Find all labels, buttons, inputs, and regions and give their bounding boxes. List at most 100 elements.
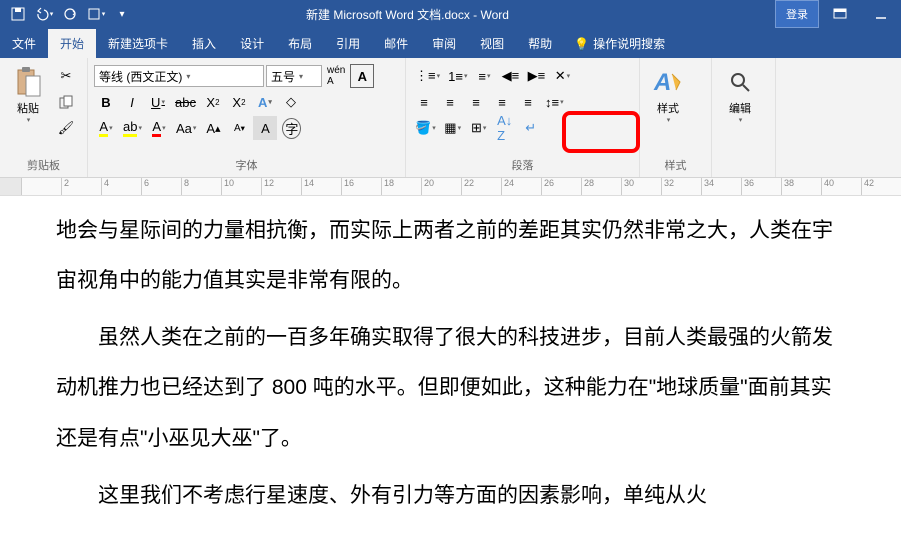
eraser-icon: ◇ (286, 94, 296, 110)
underline-button[interactable]: U▾ (146, 90, 170, 114)
find-icon (724, 66, 756, 98)
numbering-button[interactable]: 1≡▾ (445, 64, 470, 88)
multilevel-list-button[interactable]: ≡▾ (472, 64, 496, 88)
ruler-tick: 6 (141, 178, 181, 195)
font-size-combo[interactable]: 五号▾ (266, 65, 322, 87)
ruler-tick: 34 (701, 178, 741, 195)
shading-button[interactable]: 🪣▾ (412, 116, 439, 140)
chevron-down-icon: ▾ (186, 72, 190, 81)
tab-view[interactable]: 视图 (468, 29, 516, 58)
shrink-font-button[interactable]: A▾ (227, 116, 251, 140)
tab-mailings[interactable]: 邮件 (372, 29, 420, 58)
align-right-button[interactable]: ≡ (464, 90, 488, 114)
clear-formatting-button[interactable]: ◇ (279, 90, 303, 114)
text-effects-button[interactable]: A▾ (253, 90, 277, 114)
line-spacing-button[interactable]: ↕≡▾ (542, 90, 567, 114)
tab-review[interactable]: 审阅 (420, 29, 468, 58)
ruler-tick: 40 (821, 178, 861, 195)
decrease-indent-button[interactable]: ◀≡ (498, 64, 522, 88)
borders-button[interactable]: ▦▾ (441, 116, 465, 140)
bullets-button[interactable]: ⋮≡▾ (412, 64, 443, 88)
cut-button[interactable]: ✂ (54, 64, 78, 88)
ruler-tick: 4 (101, 178, 141, 195)
tab-layout[interactable]: 布局 (276, 29, 324, 58)
strikethrough-button[interactable]: abc (172, 90, 199, 114)
align-left-button[interactable]: ≡ (412, 90, 436, 114)
ruler-tick: 12 (261, 178, 301, 195)
document-body[interactable]: 地会与星际间的力量相抗衡，而实际上两者之前的差距其实仍然非常之大，人类在宇宙视角… (0, 196, 901, 521)
sort-icon: A↓Z (497, 113, 512, 143)
increase-indent-button[interactable]: ▶≡ (524, 64, 548, 88)
justify-button[interactable]: ≡ (490, 90, 514, 114)
paste-icon (12, 66, 44, 98)
highlight-color-button[interactable]: ab▾ (120, 116, 145, 140)
borders-icon: ▦ (444, 120, 456, 136)
paint-bucket-icon: 🪣 (415, 120, 431, 136)
paste-button[interactable]: 粘贴 ▾ (4, 62, 52, 128)
font-size-value: 五号 (271, 68, 295, 85)
brush-icon: 🖌 (58, 120, 75, 136)
ribbon-display-icon[interactable] (819, 0, 861, 28)
qat-customize-icon[interactable]: ▾ (84, 2, 108, 26)
qat-more-icon[interactable]: ▾ (110, 2, 134, 26)
ruler-tick: 16 (341, 178, 381, 195)
character-shading-button[interactable]: A (253, 116, 277, 140)
highlighter-icon: ab (123, 119, 137, 137)
paste-label: 粘贴 (17, 100, 39, 116)
text-highlight-button[interactable]: A▾ (94, 116, 118, 140)
tab-file[interactable]: 文件 (0, 29, 48, 58)
svg-text:A: A (653, 69, 671, 96)
tab-help[interactable]: 帮助 (516, 29, 564, 58)
font-name-combo[interactable]: 等线 (西文正文) ▾ (94, 65, 264, 87)
styles-label: 样式 (657, 100, 679, 116)
grow-font-button[interactable]: A▴ (201, 116, 225, 140)
redo-icon[interactable] (58, 2, 82, 26)
bold-button[interactable]: B (94, 90, 118, 114)
styles-group-label: 样式 (640, 155, 711, 177)
tab-design[interactable]: 设计 (228, 29, 276, 58)
tab-newtab[interactable]: 新建选项卡 (96, 29, 180, 58)
editing-button[interactable]: 编辑 ▾ (716, 62, 764, 128)
save-icon[interactable] (6, 2, 30, 26)
italic-button[interactable]: I (120, 90, 144, 114)
minimize-icon[interactable] (861, 0, 901, 28)
format-painter-button[interactable]: 🖌 (54, 116, 78, 140)
grid-icon: ⊞ (471, 120, 482, 136)
copy-button[interactable] (54, 90, 78, 114)
paragraph-group-label: 段落 (406, 155, 639, 177)
asian-layout-button[interactable]: ✕▾ (550, 64, 574, 88)
horizontal-ruler[interactable]: 24681012141618202224262830323436384042 (0, 178, 901, 196)
show-hide-marks-button[interactable]: ↵ (519, 116, 543, 140)
enclose-characters-button[interactable]: 字 (279, 116, 304, 140)
ruler-tick: 24 (501, 178, 541, 195)
pilcrow-icon: ↵ (525, 120, 536, 136)
font-color-button[interactable]: A▾ (147, 116, 171, 140)
asian-icon: ✕ (555, 68, 566, 84)
font-name-value: 等线 (西文正文) (99, 68, 182, 85)
cut-icon: ✂ (61, 68, 72, 84)
styles-button[interactable]: A 样式 ▾ (644, 62, 692, 128)
tab-home[interactable]: 开始 (48, 29, 96, 58)
align-center-icon: ≡ (446, 95, 454, 110)
sort-button[interactable]: A↓Z (493, 116, 517, 140)
superscript-button[interactable]: X2 (227, 90, 251, 114)
subscript-button[interactable]: X2 (201, 90, 225, 114)
clipboard-group-label: 剪贴板 (0, 155, 87, 177)
justify-icon: ≡ (498, 95, 506, 110)
align-center-button[interactable]: ≡ (438, 90, 462, 114)
character-border-button[interactable]: A (350, 64, 374, 88)
login-button[interactable]: 登录 (775, 0, 819, 28)
styles-icon: A (652, 66, 684, 98)
undo-icon[interactable]: ▾ (32, 2, 56, 26)
tell-me-label: 操作说明搜索 (593, 35, 665, 52)
change-case-button[interactable]: Aa▾ (173, 116, 199, 140)
tab-references[interactable]: 引用 (324, 29, 372, 58)
ruler-tick: 20 (421, 178, 461, 195)
bullets-icon: ⋮≡ (415, 68, 436, 84)
distributed-button[interactable]: ≡ (516, 90, 540, 114)
tab-insert[interactable]: 插入 (180, 29, 228, 58)
phonetic-guide-button[interactable]: wénA (324, 64, 348, 88)
snap-to-grid-button[interactable]: ⊞▾ (467, 116, 491, 140)
tell-me-search[interactable]: 💡 操作说明搜索 (564, 29, 675, 58)
document-title: 新建 Microsoft Word 文档.docx - Word (140, 6, 775, 23)
